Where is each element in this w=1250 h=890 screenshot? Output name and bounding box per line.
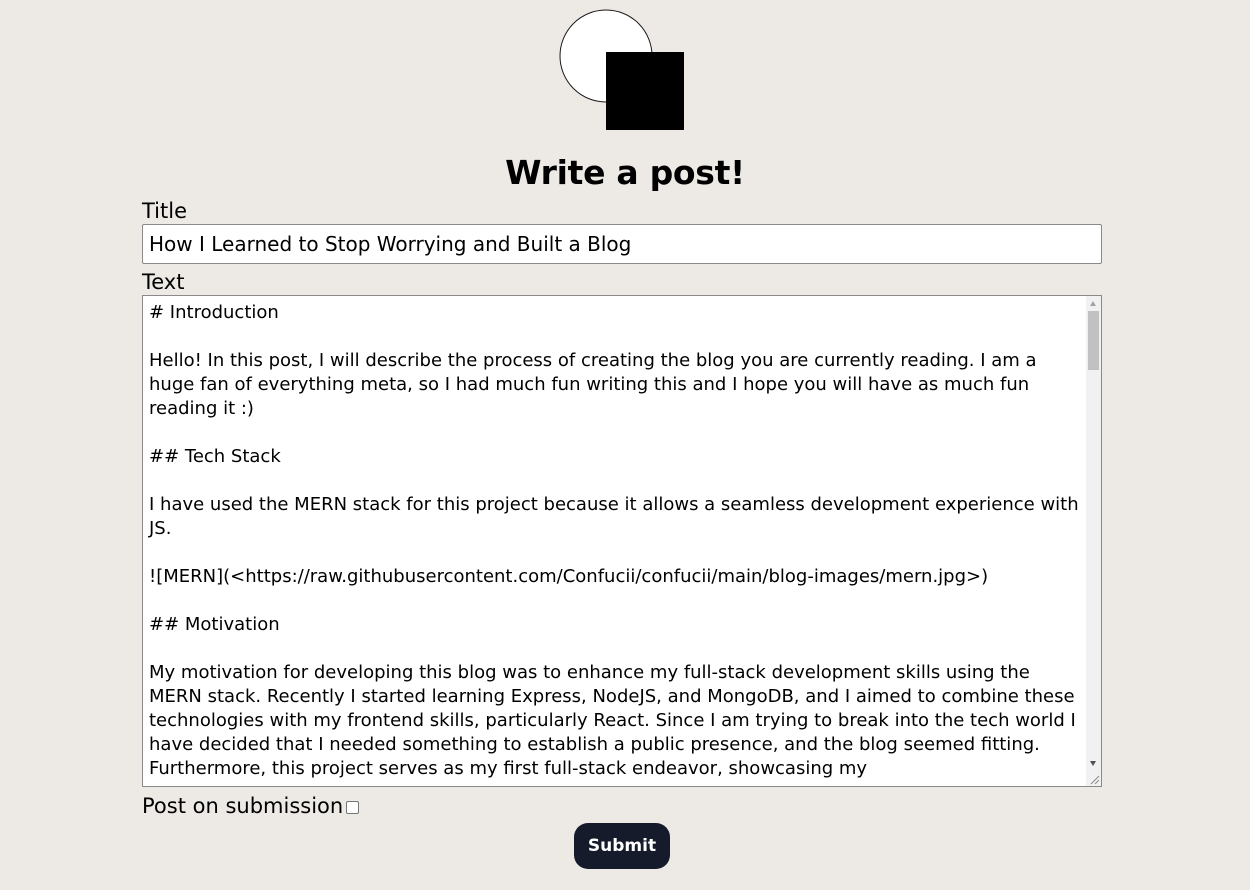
- title-input[interactable]: [142, 224, 1102, 264]
- post-on-submission-label: Post on submission: [142, 794, 344, 818]
- text-label: Text: [142, 270, 185, 294]
- post-on-submission-checkbox[interactable]: [346, 800, 360, 814]
- text-area-container: # Introduction Hello! In this post, I wi…: [142, 295, 1102, 787]
- scroll-up-arrow-icon[interactable]: [1090, 301, 1096, 306]
- page-title: Write a post!: [505, 153, 745, 192]
- text-area[interactable]: # Introduction Hello! In this post, I wi…: [143, 296, 1086, 786]
- site-logo: [559, 9, 685, 131]
- write-post-page: Write a post! Title Text # Introduction …: [0, 0, 1250, 890]
- scroll-thumb[interactable]: [1088, 311, 1099, 370]
- submit-button[interactable]: Submit: [574, 823, 670, 869]
- post-on-submission-row: Post on submission: [142, 792, 360, 820]
- text-area-scrollbar[interactable]: [1086, 296, 1101, 786]
- resize-grip-icon[interactable]: [1090, 775, 1100, 785]
- scroll-down-arrow-icon[interactable]: [1090, 761, 1096, 766]
- title-label: Title: [142, 199, 188, 223]
